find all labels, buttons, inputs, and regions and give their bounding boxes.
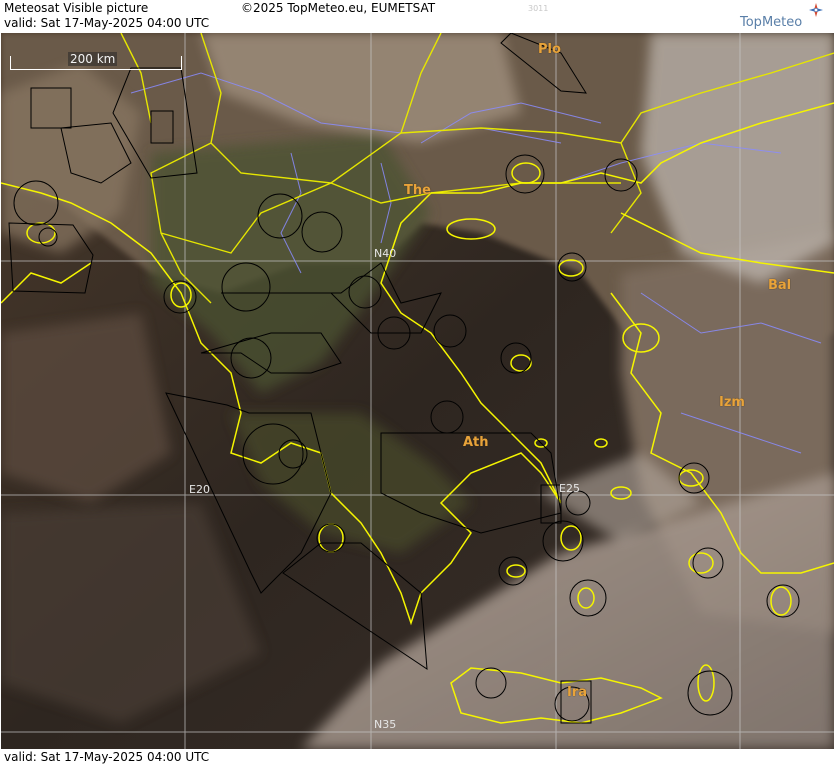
scale-label: 200 km	[68, 52, 118, 66]
grid-label-n40: N40	[374, 247, 397, 260]
valid-time-top: valid: Sat 17-May-2025 04:00 UTC	[4, 16, 210, 30]
city-label-athens[interactable]: Ath	[463, 435, 489, 450]
satellite-image	[1, 33, 834, 749]
copyright-text: ©2025 TopMeteo.eu, EUMETSAT	[241, 1, 436, 15]
grid-label-e20: E20	[189, 483, 210, 496]
city-label-balikesir[interactable]: Bal	[768, 278, 791, 293]
city-label-thessaloniki[interactable]: The	[404, 183, 431, 198]
brand-name: TopMeteo	[740, 15, 803, 30]
picture-title: Meteosat Visible picture	[4, 1, 149, 15]
grid-label-n35: N35	[374, 718, 397, 731]
city-label-iraklion[interactable]: Ira	[567, 685, 587, 700]
satellite-map[interactable]: Plo The Bal Izm Ath Ira N40 E20 E25 N35 …	[1, 33, 834, 749]
footer-bar: valid: Sat 17-May-2025 04:00 UTC	[0, 750, 835, 765]
city-label-plovdiv[interactable]: Plo	[538, 42, 561, 57]
grid-label-e25: E25	[559, 482, 580, 495]
city-label-izmir[interactable]: Izm	[719, 395, 745, 410]
topmeteo-logo[interactable]: TopMeteo	[738, 2, 834, 32]
frame-code: 3011	[528, 4, 549, 13]
valid-time-bottom: valid: Sat 17-May-2025 04:00 UTC	[4, 750, 210, 764]
header-bar: Meteosat Visible picture valid: Sat 17-M…	[0, 0, 835, 32]
